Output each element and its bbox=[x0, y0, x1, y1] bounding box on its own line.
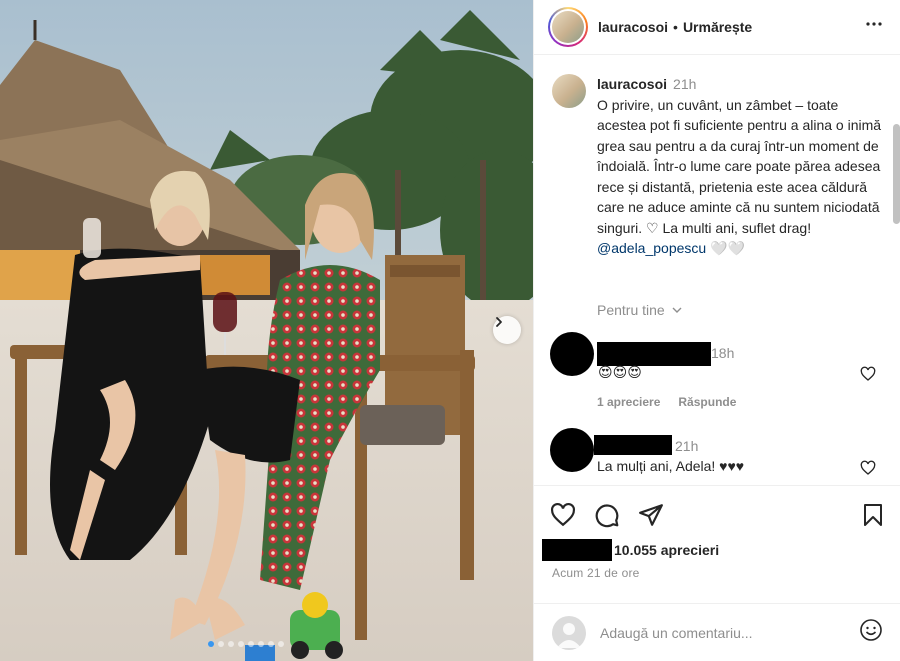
comment-button[interactable] bbox=[592, 500, 622, 530]
carousel-dot[interactable] bbox=[248, 641, 254, 647]
comment-icon bbox=[595, 504, 619, 528]
likes-count[interactable]: 10.055 aprecieri bbox=[614, 542, 719, 558]
caption-username[interactable]: lauracosoi bbox=[597, 76, 667, 92]
post-actions bbox=[548, 497, 888, 533]
carousel-dots bbox=[208, 641, 284, 647]
carousel-dot[interactable] bbox=[258, 641, 264, 647]
comment-item: 18h 😍😍😍 1 apreciere Răspunde bbox=[550, 332, 880, 422]
comment-time[interactable]: 21h bbox=[675, 438, 698, 454]
share-button[interactable] bbox=[636, 500, 666, 530]
scrollbar[interactable] bbox=[893, 124, 900, 224]
separator-dot: • bbox=[673, 19, 678, 35]
comment-item: 21h La mulți ani, Adela! ♥♥♥ bbox=[550, 428, 880, 485]
comment-text: La mulți ani, Adela! ♥♥♥ bbox=[597, 458, 745, 474]
chevron-right-icon bbox=[496, 317, 502, 327]
bookmark-icon bbox=[864, 504, 882, 526]
post-side-panel: lauracosoi • Urmărește lauracosoi 21h O p… bbox=[533, 0, 900, 661]
commenter-name-redacted[interactable] bbox=[594, 435, 672, 455]
mention-suffix: 🤍🤍 bbox=[706, 240, 745, 256]
commenter-avatar-redacted[interactable] bbox=[550, 332, 594, 376]
comment-input[interactable] bbox=[600, 624, 850, 641]
user-avatar bbox=[552, 615, 586, 650]
more-icon[interactable] bbox=[862, 12, 886, 42]
follow-button[interactable]: Urmărește bbox=[683, 19, 752, 35]
carousel-dot[interactable] bbox=[218, 641, 224, 647]
carousel-dot[interactable] bbox=[278, 641, 284, 647]
mention-link[interactable]: @adela_popescu bbox=[597, 240, 706, 256]
commenter-avatar-redacted[interactable] bbox=[550, 428, 594, 472]
post-timestamp[interactable]: Acum 21 de ore bbox=[552, 566, 640, 580]
liker-name-redacted bbox=[542, 539, 612, 561]
comment-time[interactable]: 18h bbox=[711, 345, 734, 361]
commenter-name-redacted[interactable] bbox=[597, 342, 711, 366]
reply-button[interactable]: Răspunde bbox=[678, 395, 736, 409]
post-photo bbox=[0, 0, 533, 661]
author-avatar[interactable] bbox=[548, 7, 588, 47]
heart-icon[interactable] bbox=[860, 460, 876, 476]
comments-list[interactable]: lauracosoi 21h O privire, un cuvânt, un z… bbox=[534, 56, 900, 486]
comment-text: 😍😍😍 bbox=[598, 364, 642, 380]
like-button[interactable] bbox=[548, 500, 578, 530]
carousel-next-button[interactable] bbox=[493, 316, 521, 344]
carousel-dot[interactable] bbox=[268, 641, 274, 647]
emoji-icon[interactable] bbox=[859, 618, 883, 647]
caption-avatar[interactable] bbox=[552, 74, 586, 108]
chevron-down-icon bbox=[672, 307, 682, 313]
carousel-dot[interactable] bbox=[208, 641, 214, 647]
for-you-label: Pentru tine bbox=[597, 302, 665, 318]
post-header: lauracosoi • Urmărește bbox=[534, 0, 900, 55]
heart-icon bbox=[551, 502, 575, 527]
post-caption: lauracosoi 21h O privire, un cuvânt, un z… bbox=[552, 74, 882, 259]
save-button[interactable] bbox=[858, 500, 888, 530]
comment-likes-count[interactable]: 1 apreciere bbox=[597, 395, 660, 409]
likes-summary[interactable]: 10.055 aprecieri bbox=[542, 539, 719, 561]
carousel-dot[interactable] bbox=[228, 641, 234, 647]
add-comment-bar bbox=[534, 603, 900, 661]
carousel-dot[interactable] bbox=[238, 641, 244, 647]
author-username[interactable]: lauracosoi bbox=[598, 19, 668, 35]
heart-icon[interactable] bbox=[860, 366, 876, 382]
beach-photo-illustration bbox=[0, 0, 533, 661]
caption-text: O privire, un cuvânt, un zâmbet – toate … bbox=[597, 96, 882, 236]
share-icon bbox=[639, 504, 663, 526]
for-you-toggle[interactable]: Pentru tine bbox=[597, 302, 683, 318]
caption-time[interactable]: 21h bbox=[673, 76, 696, 92]
